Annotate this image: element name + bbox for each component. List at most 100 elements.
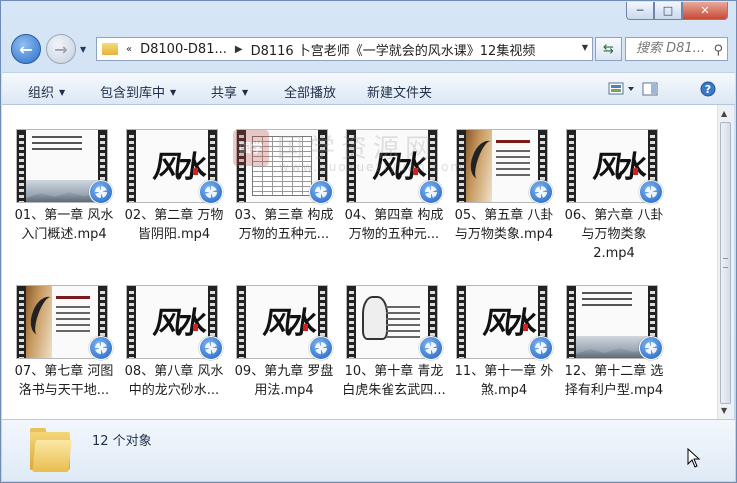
file-name: 02、第二章 万物 皆阴阳.mp4 bbox=[124, 208, 224, 242]
scrollbar-thumb[interactable] bbox=[720, 122, 731, 404]
scroll-up-icon[interactable]: ▲ bbox=[721, 109, 727, 118]
film-strip-left bbox=[457, 130, 466, 202]
share-menu[interactable]: 共享 ▼ bbox=[211, 82, 248, 101]
scroll-down-icon[interactable]: ▼ bbox=[721, 406, 727, 415]
video-frame bbox=[26, 286, 98, 358]
file-item[interactable]: 风水 06、第六章 八卦 与万物类象2.mp4 bbox=[562, 129, 666, 261]
maximize-button[interactable]: □ bbox=[654, 2, 682, 20]
seal-mark bbox=[193, 168, 198, 175]
close-button[interactable]: ✕ bbox=[682, 2, 728, 20]
new-folder-button[interactable]: 新建文件夹 bbox=[367, 82, 432, 101]
file-item[interactable]: 风水 04、第四章 构成 万物的五种元... bbox=[342, 129, 446, 249]
seal-mark bbox=[633, 168, 638, 175]
text-lines-art bbox=[496, 150, 530, 180]
video-frame: 风水 bbox=[356, 130, 428, 202]
media-player-icon bbox=[639, 336, 663, 360]
file-item[interactable]: 07、第七章 河图 洛书与天干地... bbox=[12, 285, 116, 405]
view-options-icon[interactable] bbox=[608, 81, 636, 97]
file-name: 03、第三章 构成 万物的五种元... bbox=[234, 208, 334, 242]
vertical-scrollbar[interactable]: ▲ ▼ bbox=[717, 105, 734, 419]
address-bar[interactable]: « D8100-D81... ▶ D8116 卜宫老师《一学就会的风水课》12集… bbox=[96, 37, 593, 61]
video-frame bbox=[576, 286, 648, 358]
table-art bbox=[252, 136, 312, 196]
file-name: 01、第一章 风水 入门概述.mp4 bbox=[14, 208, 114, 242]
file-item[interactable]: 03、第三章 构成 万物的五种元... bbox=[232, 129, 336, 249]
include-in-library-menu[interactable]: 包含到库中 ▼ bbox=[100, 82, 176, 101]
folder-icon bbox=[102, 43, 118, 55]
file-item[interactable]: 01、第一章 风水 入门概述.mp4 bbox=[12, 129, 116, 249]
media-player-icon bbox=[309, 336, 333, 360]
film-strip-left bbox=[237, 286, 246, 358]
minimize-button[interactable]: ─ bbox=[626, 2, 654, 20]
file-item[interactable]: 风水 09、第九章 罗盘 用法.mp4 bbox=[232, 285, 336, 405]
file-name: 11、第十一章 外 煞.mp4 bbox=[454, 364, 554, 398]
explorer-window: ─ □ ✕ ← → ▼ « D8100-D81... ▶ D8116 卜宫老师《… bbox=[0, 0, 737, 483]
calligraphy-art: 风水 bbox=[481, 306, 534, 341]
file-item[interactable]: 风水 02、第二章 万物 皆阴阳.mp4 bbox=[122, 129, 226, 249]
navigation-bar: ← → ▼ « D8100-D81... ▶ D8116 卜宫老师《一学就会的风… bbox=[1, 31, 736, 67]
back-button[interactable]: ← bbox=[11, 34, 41, 64]
breadcrumb-item-parent[interactable]: D8100-D81... bbox=[140, 42, 227, 57]
calligraphy-art: 风水 bbox=[591, 150, 644, 185]
seal-mark bbox=[303, 324, 308, 331]
media-player-icon bbox=[199, 180, 223, 204]
breadcrumb-item-current[interactable]: D8116 卜宫老师《一学就会的风水课》12集视频 bbox=[251, 40, 536, 59]
preview-pane-icon[interactable] bbox=[642, 81, 658, 97]
seal-mark bbox=[523, 324, 528, 331]
headline-art bbox=[56, 296, 90, 299]
media-player-icon bbox=[639, 180, 663, 204]
sage-portrait-art bbox=[362, 296, 388, 340]
file-item[interactable]: 10、第十章 青龙 白虎朱雀玄武四... bbox=[342, 285, 446, 405]
forward-button[interactable]: → bbox=[46, 34, 76, 64]
media-player-icon bbox=[89, 336, 113, 360]
address-dropdown-icon[interactable]: ▼ bbox=[582, 43, 588, 52]
refresh-button[interactable]: ⇆ bbox=[595, 37, 622, 61]
file-name: 07、第七章 河图 洛书与天干地... bbox=[14, 364, 114, 398]
film-strip-left bbox=[127, 130, 136, 202]
breadcrumb-overflow[interactable]: « bbox=[126, 44, 132, 55]
file-item[interactable]: 05、第五章 八卦 与万物类象.mp4 bbox=[452, 129, 556, 249]
breadcrumb-separator-icon[interactable]: ▶ bbox=[235, 44, 243, 55]
file-list[interactable]: 01、第一章 风水 入门概述.mp4 风水 02、第二章 万物 皆阴阳.mp4 03、… bbox=[2, 105, 717, 419]
brush-art bbox=[26, 286, 52, 358]
video-frame: 风水 bbox=[576, 130, 648, 202]
video-frame bbox=[246, 130, 318, 202]
chevron-down-icon: ▼ bbox=[170, 88, 177, 97]
search-input[interactable]: 搜索 D81... ⚲ bbox=[625, 37, 728, 61]
media-player-icon bbox=[529, 180, 553, 204]
refresh-icon: ⇆ bbox=[603, 41, 614, 57]
search-icon[interactable]: ⚲ bbox=[713, 40, 723, 60]
chevron-down-icon: ▼ bbox=[242, 88, 249, 97]
media-player-icon bbox=[309, 180, 333, 204]
search-placeholder: 搜索 D81... bbox=[636, 41, 706, 56]
help-icon[interactable]: ? bbox=[700, 81, 716, 97]
media-player-icon bbox=[419, 180, 443, 204]
play-all-button[interactable]: 全部播放 bbox=[284, 82, 336, 101]
file-name: 05、第五章 八卦 与万物类象.mp4 bbox=[454, 208, 554, 242]
folder-icon bbox=[30, 428, 72, 472]
organize-menu[interactable]: 组织 ▼ bbox=[28, 82, 65, 101]
file-item[interactable]: 风水 11、第十一章 外 煞.mp4 bbox=[452, 285, 556, 405]
item-count: 12 个对象 bbox=[92, 434, 152, 449]
film-strip-left bbox=[127, 286, 136, 358]
text-lines-art bbox=[32, 136, 82, 154]
grip-icon bbox=[723, 258, 728, 268]
command-bar: 组织 ▼ 包含到库中 ▼ 共享 ▼ 全部播放 新建文件夹 ? bbox=[2, 72, 735, 105]
media-player-icon bbox=[89, 180, 113, 204]
file-name: 04、第四章 构成 万物的五种元... bbox=[344, 208, 444, 242]
video-frame: 风水 bbox=[136, 286, 208, 358]
video-frame bbox=[356, 286, 428, 358]
recent-pages-dropdown-icon[interactable]: ▼ bbox=[80, 45, 90, 55]
calligraphy-art: 风水 bbox=[371, 150, 424, 185]
file-item[interactable]: 风水 08、第八章 风水 中的龙穴砂水... bbox=[122, 285, 226, 405]
headline-art bbox=[496, 140, 530, 143]
arrow-right-icon: → bbox=[54, 39, 68, 59]
media-player-icon bbox=[199, 336, 223, 360]
text-lines-art bbox=[56, 306, 90, 336]
mouse-pointer-icon bbox=[687, 448, 701, 468]
file-item[interactable]: 12、第十二章 选 择有利户型.mp4 bbox=[562, 285, 666, 405]
video-frame bbox=[26, 130, 98, 202]
file-name: 12、第十二章 选 择有利户型.mp4 bbox=[564, 364, 664, 398]
video-frame bbox=[466, 130, 538, 202]
landscape-art bbox=[576, 336, 648, 358]
